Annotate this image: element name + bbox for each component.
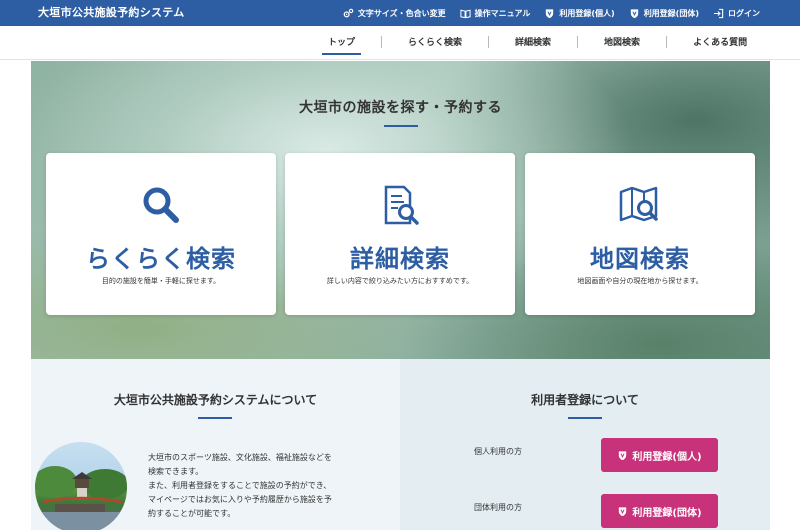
login-label: ログイン: [728, 8, 760, 18]
nav-detail-search[interactable]: 詳細検索: [515, 35, 551, 53]
about-title: 大垣市公共施設予約システムについて: [113, 393, 318, 407]
register-group-link[interactable]: 利用登録(団体): [629, 8, 699, 19]
registration-title: 利用者登録について: [531, 393, 639, 407]
registration-section: 利用者登録について 個人利用の方 利用登録(個人) 団体利用の方 利用登録(団体…: [400, 359, 770, 530]
register-individual-button-label: 利用登録(個人): [632, 451, 702, 463]
nav-map-search[interactable]: 地図検索: [604, 35, 640, 53]
manual-link[interactable]: 操作マニュアル: [460, 8, 531, 19]
register-group-label: 利用登録(団体): [643, 8, 699, 18]
shield-icon: [617, 450, 628, 461]
nav-divider: [577, 36, 579, 48]
about-section: 大垣市公共施設予約システムについて 大垣市のスポーツ施設、文化施設、福祉施設など…: [31, 359, 400, 530]
site-title[interactable]: 大垣市公共施設予約システム: [38, 4, 185, 20]
magnifier-icon: [139, 183, 183, 227]
about-title-underline: [198, 417, 232, 419]
easy-search-title: らくらく検索: [86, 245, 236, 273]
hero-section: 大垣市の施設を探す・予約する らくらく検索 目的の施設を簡単・手軽に探せます。 …: [31, 61, 770, 359]
book-icon: [460, 8, 471, 19]
map-search-card[interactable]: 地図検索 地図画面や自分の現在地から探せます。: [525, 153, 755, 315]
easy-search-desc: 目的の施設を簡単・手軽に探せます。: [101, 277, 221, 285]
main-nav: トップ らくらく検索 詳細検索 地図検索 よくある質問: [0, 26, 800, 60]
detail-search-card[interactable]: 詳細検索 詳しい内容で絞り込みたい方におすすめです。: [285, 153, 515, 315]
map-search-desc: 地図画面や自分の現在地から探せます。: [577, 277, 703, 285]
map-search-title: 地図検索: [590, 245, 690, 273]
login-door-icon: [713, 8, 724, 19]
register-individual-link[interactable]: 利用登録(個人): [544, 8, 615, 19]
group-user-label: 団体利用の方: [474, 503, 522, 512]
manual-label: 操作マニュアル: [474, 8, 531, 18]
map-search-icon: [618, 183, 662, 227]
settings-gear-icon: [343, 8, 354, 19]
about-line: 大垣市のスポーツ施設、文化施設、福祉施設などを: [148, 453, 332, 462]
individual-user-label: 個人利用の方: [474, 447, 522, 456]
registration-row-individual: 個人利用の方 利用登録(個人): [400, 438, 770, 472]
nav-faq[interactable]: よくある質問: [693, 35, 747, 53]
utility-links: 文字サイズ・色合い変更 操作マニュアル 利用登録(個人) 利用登録(団体) ログ…: [343, 0, 760, 26]
nav-easy-search[interactable]: らくらく検索: [408, 35, 462, 53]
nav-divider: [666, 36, 668, 48]
top-bar: 大垣市公共施設予約システム 文字サイズ・色合い変更 操作マニュアル 利用登録(個…: [0, 0, 800, 26]
nav-divider: [381, 36, 383, 48]
about-line: 約することが可能です。: [148, 509, 236, 518]
detail-search-desc: 詳しい内容で絞り込みたい方におすすめです。: [326, 277, 474, 285]
register-group-button-label: 利用登録(団体): [632, 507, 702, 519]
about-line: 検索できます。: [148, 467, 204, 476]
nav-top[interactable]: トップ: [321, 35, 362, 55]
register-group-button[interactable]: 利用登録(団体): [601, 494, 718, 528]
register-individual-button[interactable]: 利用登録(個人): [601, 438, 718, 472]
registration-row-group: 団体利用の方 利用登録(団体): [400, 494, 770, 528]
about-description: 大垣市のスポーツ施設、文化施設、福祉施設などを 検索できます。 また、利用者登録…: [148, 451, 378, 521]
nav-divider: [488, 36, 490, 48]
shield-icon: [544, 8, 555, 19]
document-search-icon: [378, 183, 422, 227]
login-link[interactable]: ログイン: [713, 8, 760, 19]
shield-icon: [617, 506, 628, 517]
hero-title: 大垣市の施設を探す・予約する: [299, 100, 502, 116]
easy-search-card[interactable]: らくらく検索 目的の施設を簡単・手軽に探せます。: [46, 153, 276, 315]
text-size-color-label: 文字サイズ・色合い変更: [357, 8, 446, 18]
registration-title-underline: [568, 417, 602, 419]
about-line: また、利用者登録をすることで施設の予約ができ、: [148, 481, 332, 490]
about-line: マイページではお気に入りや予約履歴から施設を予: [148, 495, 332, 504]
text-size-color-link[interactable]: 文字サイズ・色合い変更: [343, 8, 446, 19]
register-individual-label: 利用登録(個人): [559, 8, 615, 18]
castle-photo: [35, 442, 127, 530]
hero-title-underline: [384, 125, 418, 127]
detail-search-title: 詳細検索: [350, 245, 450, 273]
shield-icon: [629, 8, 640, 19]
